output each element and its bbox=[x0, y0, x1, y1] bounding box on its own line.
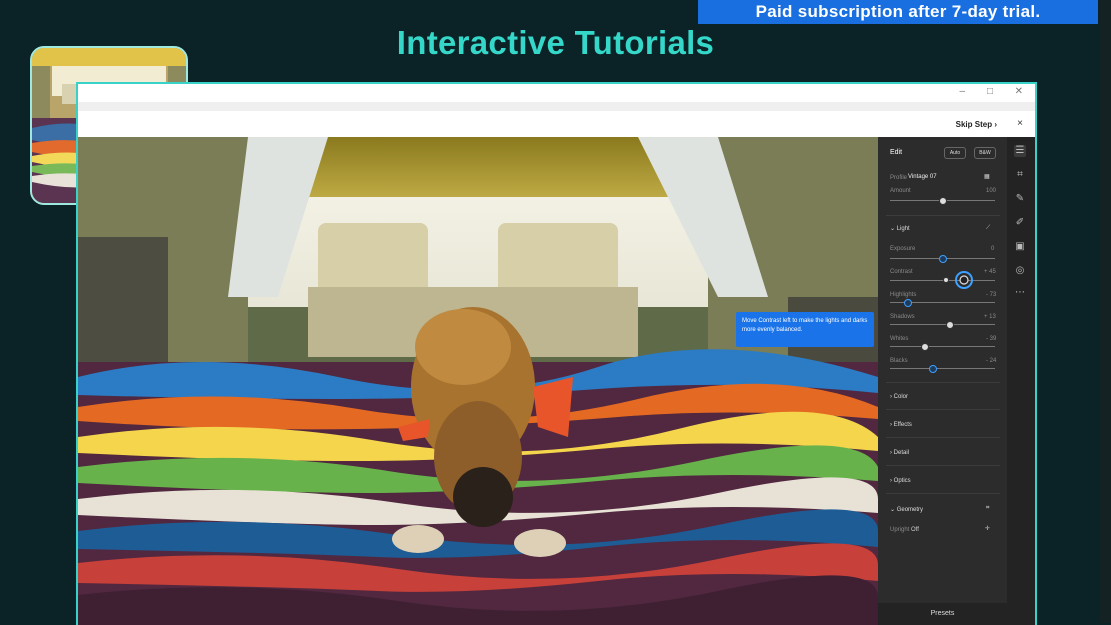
linear-gradient-icon[interactable]: ▣ bbox=[1014, 241, 1026, 253]
whites-value: - 39 bbox=[986, 336, 997, 342]
amount-label: Amount bbox=[890, 188, 911, 194]
section-light-header[interactable]: ⌄ Light bbox=[890, 225, 910, 232]
section-optics-header[interactable]: › Optics bbox=[890, 478, 911, 484]
window-titlebar: – □ ✕ bbox=[78, 84, 1035, 102]
presets-button[interactable]: Presets bbox=[878, 603, 1007, 625]
skip-step-label: Skip Step bbox=[955, 120, 993, 129]
section-effects-label: Effects bbox=[893, 422, 912, 428]
exposure-value: 0 bbox=[991, 246, 995, 252]
tool-strip: ☰ ⌗ ✎ ✐ ▣ ◎ ⋯ bbox=[1007, 137, 1035, 625]
photo-canvas[interactable]: Move Contrast left to make the lights an… bbox=[78, 137, 878, 625]
contrast-slider-knob[interactable] bbox=[954, 270, 974, 290]
blacks-label: Blacks bbox=[890, 358, 908, 364]
presets-label: Presets bbox=[930, 610, 955, 617]
tutorial-tooltip: Move Contrast left to make the lights an… bbox=[736, 312, 874, 347]
section-light-label: Light bbox=[896, 226, 910, 232]
panel-divider bbox=[886, 437, 1000, 438]
shadows-label: Shadows bbox=[890, 314, 915, 320]
shadows-value: + 13 bbox=[984, 314, 996, 320]
curve-icon[interactable]: ⟋ bbox=[986, 225, 990, 232]
auto-button[interactable]: Auto bbox=[944, 147, 966, 159]
highlights-slider-knob[interactable] bbox=[904, 299, 912, 307]
shadows-slider-track[interactable] bbox=[890, 324, 995, 325]
guided-upright-icon[interactable]: ⌗ bbox=[986, 505, 989, 512]
app-window: – □ ✕ Skip Step › × Move Contrast left t… bbox=[76, 82, 1037, 625]
brush-icon[interactable]: ✐ bbox=[1014, 217, 1026, 229]
maximize-button[interactable]: □ bbox=[987, 86, 993, 97]
panel-divider bbox=[886, 215, 1000, 216]
bw-button[interactable]: B&W bbox=[974, 147, 996, 159]
upright-select[interactable]: Off bbox=[911, 527, 919, 533]
more-icon[interactable]: ⋯ bbox=[1014, 287, 1026, 299]
minimize-button[interactable]: – bbox=[959, 86, 965, 97]
section-geometry-label: Geometry bbox=[896, 507, 924, 513]
contrast-target-marker bbox=[943, 277, 949, 283]
section-geometry-header[interactable]: ⌄ Geometry bbox=[890, 506, 923, 513]
exposure-label: Exposure bbox=[890, 246, 916, 252]
chevron-right-icon: › bbox=[994, 120, 997, 129]
amount-slider-knob[interactable] bbox=[939, 197, 947, 205]
panel-divider bbox=[886, 465, 1000, 466]
trial-banner: Paid subscription after 7-day trial. bbox=[698, 0, 1098, 24]
panel-divider bbox=[886, 493, 1000, 494]
highlights-value: - 73 bbox=[986, 292, 997, 298]
whites-slider-knob[interactable] bbox=[921, 343, 929, 351]
healing-icon[interactable]: ✎ bbox=[1014, 193, 1026, 205]
upright-label: Upright bbox=[890, 527, 910, 533]
exposure-slider-knob[interactable] bbox=[939, 255, 947, 263]
close-tutorial-button[interactable]: × bbox=[1017, 118, 1023, 129]
crop-icon[interactable]: ⌗ bbox=[1014, 169, 1026, 181]
section-color-label: Color bbox=[893, 394, 909, 400]
profile-label: Profile bbox=[890, 175, 908, 181]
section-effects-header[interactable]: › Effects bbox=[890, 422, 912, 428]
blacks-slider-knob[interactable] bbox=[929, 365, 937, 373]
section-detail-header[interactable]: › Detail bbox=[890, 450, 909, 456]
sliders-icon[interactable]: ☰ bbox=[1014, 145, 1026, 157]
skip-step-button[interactable]: Skip Step › bbox=[956, 120, 997, 129]
blacks-slider-track[interactable] bbox=[890, 368, 995, 369]
main-photo bbox=[78, 137, 878, 625]
trial-banner-text: Paid subscription after 7-day trial. bbox=[755, 2, 1041, 21]
radial-gradient-icon[interactable]: ◎ bbox=[1014, 265, 1026, 277]
contrast-label: Contrast bbox=[890, 269, 913, 275]
edit-panel: Edit Auto B&W Profile Vintage 07 ▦ Amoun… bbox=[878, 137, 1007, 625]
contrast-value: + 45 bbox=[984, 269, 996, 275]
right-edge-strip bbox=[1100, 0, 1111, 623]
shadows-slider-knob[interactable] bbox=[946, 321, 954, 329]
panel-divider bbox=[886, 382, 1000, 383]
profile-browser-icon[interactable]: ▦ bbox=[984, 173, 990, 180]
amount-value: 100 bbox=[986, 188, 997, 194]
whites-slider-track[interactable] bbox=[890, 346, 995, 347]
section-detail-label: Detail bbox=[893, 450, 910, 456]
edit-panel-title: Edit bbox=[890, 149, 903, 156]
upright-tool-icon[interactable]: ✛ bbox=[985, 525, 990, 532]
blacks-value: - 24 bbox=[986, 358, 997, 364]
tutorial-step-bar: Skip Step › × bbox=[78, 111, 1035, 137]
profile-select[interactable]: Vintage 07 bbox=[908, 174, 937, 180]
panel-divider bbox=[886, 409, 1000, 410]
whites-label: Whites bbox=[890, 336, 909, 342]
highlights-label: Highlights bbox=[890, 292, 917, 298]
section-optics-label: Optics bbox=[893, 478, 911, 484]
window-close-button[interactable]: ✕ bbox=[1015, 86, 1023, 97]
section-color-header[interactable]: › Color bbox=[890, 394, 908, 400]
